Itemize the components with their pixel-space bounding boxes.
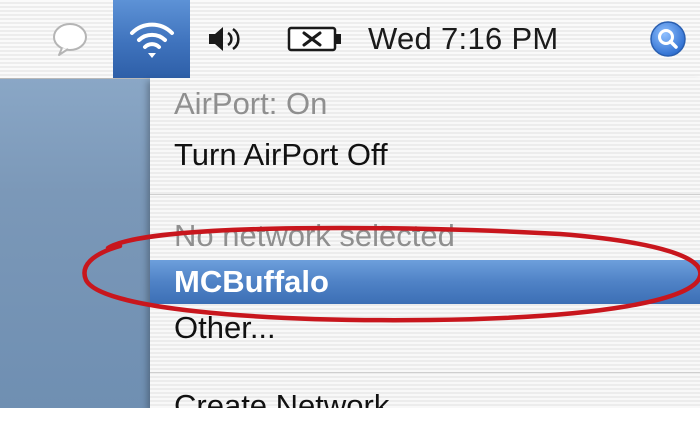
menu-separator — [150, 194, 700, 195]
spotlight-icon — [650, 21, 686, 57]
menubar-clock[interactable]: Wed 7:16 PM — [368, 0, 618, 78]
battery-icon — [287, 26, 341, 52]
airport-status-label: AirPort: On — [174, 86, 328, 121]
airport-wifi-icon — [129, 22, 174, 58]
no-network-selected-label: No network selected — [174, 218, 455, 253]
battery-status-item[interactable] — [278, 0, 353, 78]
bottom-margin — [0, 408, 700, 421]
screenshot: Wed 7:16 PM AirPort: On Turn AirPort Off… — [0, 0, 700, 421]
ichat-status-item[interactable] — [40, 0, 100, 78]
volume-icon — [209, 27, 240, 51]
volume-status-item[interactable] — [200, 0, 250, 78]
airport-status-item[interactable] — [113, 0, 190, 78]
airport-menu: AirPort: On Turn AirPort Off No network … — [150, 78, 700, 421]
menu-bar: Wed 7:16 PM — [0, 0, 700, 79]
other-network-item[interactable]: Other... — [150, 306, 700, 350]
turn-airport-off-item[interactable]: Turn AirPort Off — [150, 133, 700, 177]
network-item-mcbuffalo[interactable]: MCBuffalo — [150, 260, 700, 304]
chat-icon — [53, 23, 87, 56]
spotlight-status-item[interactable] — [638, 0, 698, 78]
menu-separator — [150, 372, 700, 373]
